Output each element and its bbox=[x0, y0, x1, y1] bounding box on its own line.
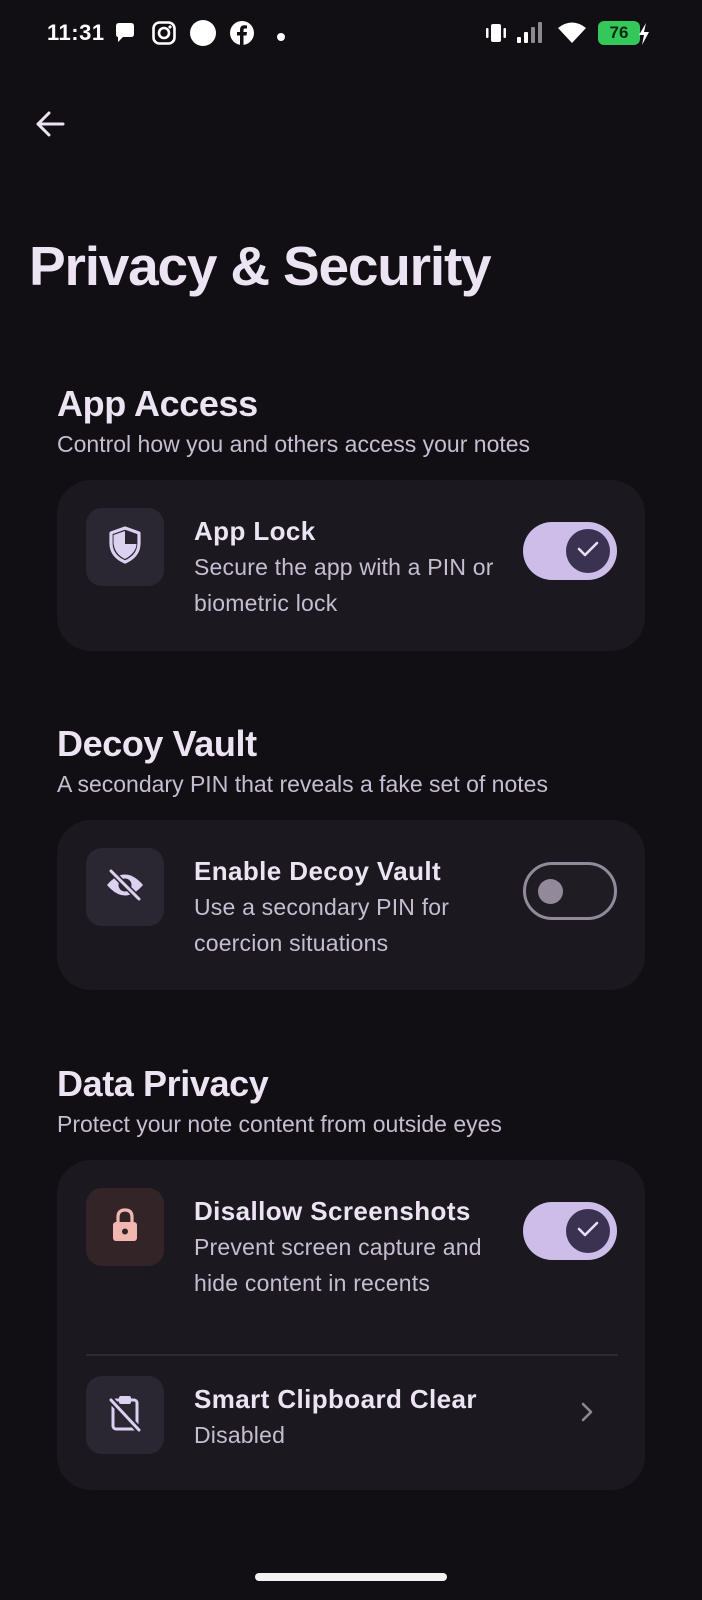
charging-bolt-icon bbox=[637, 22, 651, 51]
shield-icon bbox=[107, 525, 143, 570]
section-subtitle-data-privacy: Protect your note content from outside e… bbox=[57, 1111, 502, 1137]
smart-clipboard-title: Smart Clipboard Clear bbox=[194, 1384, 477, 1414]
app-access-card: App Lock Secure the app with a PIN or bi… bbox=[57, 480, 645, 651]
smart-clipboard-clear-row[interactable]: Smart Clipboard Clear Disabled bbox=[57, 1356, 645, 1490]
facebook-icon bbox=[229, 20, 255, 51]
instagram-icon bbox=[151, 20, 177, 51]
app-lock-icon-box bbox=[86, 508, 164, 586]
toggle-knob bbox=[566, 1209, 610, 1253]
dot-icon bbox=[276, 29, 286, 47]
disallow-screenshots-row[interactable]: Disallow Screenshots Prevent screen capt… bbox=[57, 1160, 645, 1354]
chat-bubble-icon bbox=[112, 20, 138, 51]
lock-icon bbox=[109, 1206, 141, 1249]
clipboard-off-icon bbox=[107, 1393, 143, 1438]
section-title-decoy-vault: Decoy Vault bbox=[57, 723, 257, 764]
smart-clipboard-status: Disabled bbox=[194, 1422, 286, 1448]
app-lock-toggle[interactable] bbox=[523, 522, 617, 580]
battery-icon: 76 bbox=[598, 21, 640, 45]
vibrate-icon bbox=[483, 20, 509, 51]
app-lock-description: Secure the app with a PIN or biometric l… bbox=[194, 554, 494, 616]
disallow-screenshots-description: Prevent screen capture and hide content … bbox=[194, 1234, 482, 1296]
section-subtitle-app-access: Control how you and others access your n… bbox=[57, 431, 531, 457]
section-title-data-privacy: Data Privacy bbox=[57, 1063, 269, 1104]
home-indicator[interactable] bbox=[255, 1573, 447, 1581]
status-bar: 11:31 76 bbox=[0, 0, 702, 68]
section-subtitle-decoy-vault: A secondary PIN that reveals a fake set … bbox=[57, 771, 548, 797]
decoy-vault-description: Use a secondary PIN for coercion situati… bbox=[194, 894, 450, 956]
white-circle-icon bbox=[189, 19, 217, 52]
chevron-right-icon bbox=[573, 1398, 601, 1426]
toggle-knob bbox=[566, 529, 610, 573]
data-privacy-card: Disallow Screenshots Prevent screen capt… bbox=[57, 1160, 645, 1490]
page-title: Privacy & Security bbox=[29, 235, 492, 297]
smart-clipboard-icon-box bbox=[86, 1376, 164, 1454]
decoy-vault-toggle[interactable] bbox=[523, 862, 617, 920]
app-lock-row[interactable]: App Lock Secure the app with a PIN or bi… bbox=[57, 480, 645, 651]
decoy-vault-title: Enable Decoy Vault bbox=[194, 856, 442, 886]
arrow-left-icon bbox=[34, 110, 66, 143]
disallow-screenshots-title: Disallow Screenshots bbox=[194, 1196, 471, 1226]
battery-level: 76 bbox=[609, 23, 629, 42]
section-title-app-access: App Access bbox=[57, 383, 258, 424]
check-icon bbox=[577, 540, 599, 563]
decoy-vault-icon-box bbox=[86, 848, 164, 926]
status-time: 11:31 bbox=[47, 20, 105, 45]
check-icon bbox=[577, 1220, 599, 1243]
privacy-security-screen: 11:31 76 Privacy & Security App Access C… bbox=[0, 0, 702, 1600]
decoy-vault-card: Enable Decoy Vault Use a secondary PIN f… bbox=[57, 820, 645, 990]
disallow-screenshots-icon-box bbox=[86, 1188, 164, 1266]
eye-off-icon bbox=[105, 867, 145, 907]
toggle-knob bbox=[538, 879, 563, 904]
wifi-icon bbox=[557, 20, 587, 51]
decoy-vault-row[interactable]: Enable Decoy Vault Use a secondary PIN f… bbox=[57, 820, 645, 990]
app-lock-title: App Lock bbox=[194, 516, 316, 546]
disallow-screenshots-toggle[interactable] bbox=[523, 1202, 617, 1260]
signal-icon bbox=[516, 20, 544, 51]
back-button[interactable] bbox=[28, 104, 72, 148]
